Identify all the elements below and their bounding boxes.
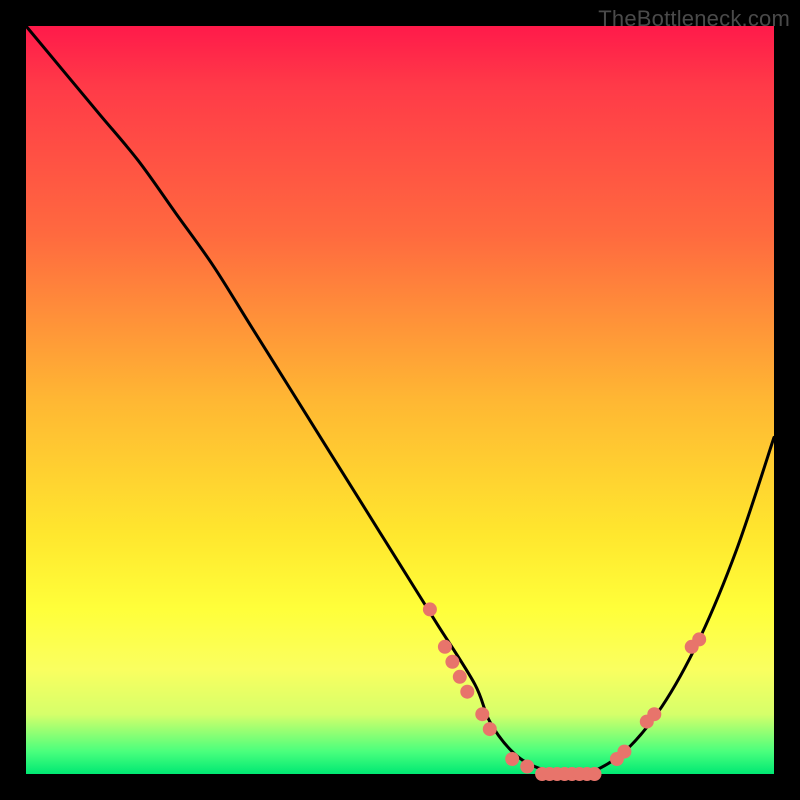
data-point xyxy=(483,722,497,736)
data-point xyxy=(475,707,489,721)
data-point xyxy=(505,752,519,766)
bottleneck-curve xyxy=(26,26,774,776)
watermark-label: TheBottleneck.com xyxy=(598,6,790,32)
chart-frame: TheBottleneck.com xyxy=(0,0,800,800)
data-point xyxy=(460,685,474,699)
data-point xyxy=(438,640,452,654)
data-point xyxy=(445,655,459,669)
plot-area xyxy=(26,26,774,774)
data-point xyxy=(423,602,437,616)
data-points xyxy=(423,602,706,781)
data-point xyxy=(520,760,534,774)
data-point xyxy=(647,707,661,721)
data-point xyxy=(453,670,467,684)
data-point xyxy=(617,745,631,759)
data-point xyxy=(588,767,602,781)
data-point xyxy=(692,632,706,646)
chart-svg xyxy=(26,26,774,774)
